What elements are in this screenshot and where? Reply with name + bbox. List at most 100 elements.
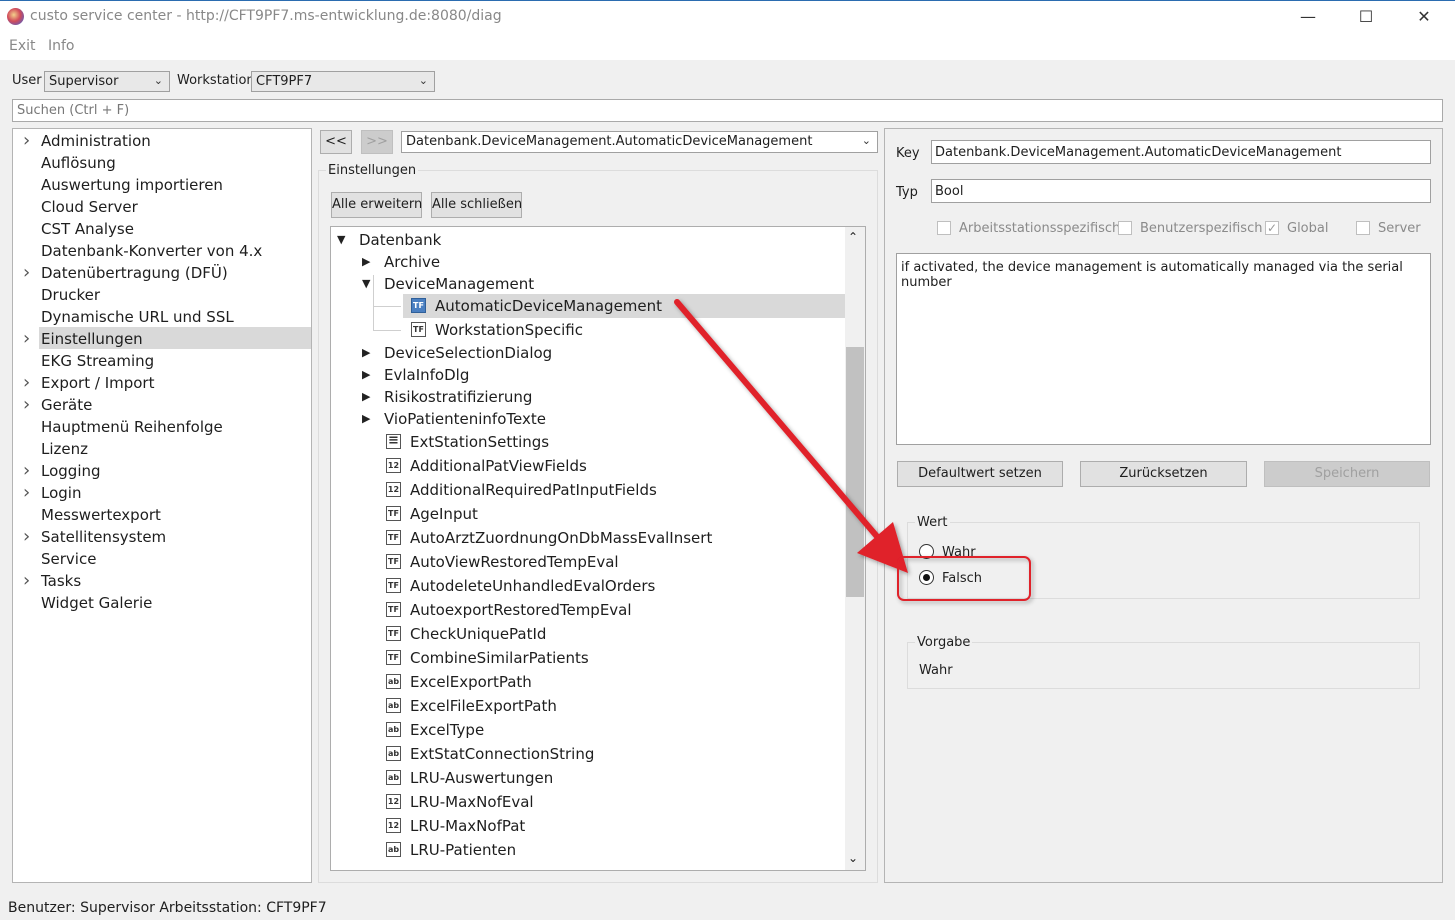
scrollbar-thumb[interactable] bbox=[846, 347, 864, 597]
tree-row[interactable]: TF AutoViewRestoredTempEval bbox=[331, 550, 841, 574]
tree-row[interactable]: TF CheckUniquePatId bbox=[331, 622, 841, 646]
nav-item[interactable]: Drucker bbox=[41, 284, 100, 306]
menu-info[interactable]: Info bbox=[48, 38, 75, 54]
expand-arrow-icon[interactable]: › bbox=[23, 460, 30, 482]
expand-triangle-icon[interactable]: ▶ bbox=[362, 341, 370, 365]
search-input[interactable]: Suchen (Ctrl + F) bbox=[12, 99, 1443, 122]
nav-item[interactable]: Messwertexport bbox=[41, 504, 161, 526]
nav-item[interactable]: Service bbox=[41, 548, 96, 570]
nav-item[interactable]: Logging bbox=[41, 460, 101, 482]
scroll-down-icon[interactable]: ⌄ bbox=[848, 851, 858, 865]
reset-button[interactable]: Zurücksetzen bbox=[1080, 461, 1247, 487]
tree-row-label: AutoViewRestoredTempEval bbox=[410, 553, 619, 571]
nav-item[interactable]: Auflösung bbox=[41, 152, 116, 174]
expand-all-button[interactable]: Alle erweitern bbox=[331, 192, 422, 218]
tree-guide-line bbox=[373, 330, 401, 331]
user-specific-checkbox[interactable] bbox=[1118, 221, 1132, 235]
tree-row[interactable]: ▶ Archive bbox=[331, 250, 841, 274]
tree-row[interactable]: 12 LRU-MaxNofEval bbox=[331, 790, 841, 814]
server-checkbox[interactable] bbox=[1356, 221, 1370, 235]
expand-arrow-icon[interactable]: › bbox=[23, 482, 30, 504]
tree-row[interactable]: ▶ EvlaInfoDlg bbox=[331, 363, 841, 387]
tree-row[interactable]: ab ExcelFileExportPath bbox=[331, 694, 841, 718]
nav-item[interactable]: Datenübertragung (DFÜ) bbox=[41, 262, 228, 284]
collapse-triangle-icon[interactable]: ▼ bbox=[337, 228, 345, 252]
settings-path-select[interactable]: Datenbank.DeviceManagement.AutomaticDevi… bbox=[401, 131, 878, 153]
tree-row[interactable]: TF AutomaticDeviceManagement bbox=[331, 294, 841, 318]
radio-true[interactable] bbox=[919, 544, 934, 559]
expand-triangle-icon[interactable]: ▶ bbox=[362, 407, 370, 431]
expand-arrow-icon[interactable]: › bbox=[23, 570, 30, 592]
expand-arrow-icon[interactable]: › bbox=[23, 262, 30, 284]
expand-arrow-icon[interactable]: › bbox=[23, 394, 30, 416]
tree-row[interactable]: ▼ Datenbank bbox=[331, 228, 841, 252]
tree-row[interactable]: 12 AdditionalRequiredPatInputFields bbox=[331, 478, 841, 502]
key-field[interactable]: Datenbank.DeviceManagement.AutomaticDevi… bbox=[931, 140, 1431, 164]
nav-item[interactable]: Export / Import bbox=[41, 372, 154, 394]
set-default-button[interactable]: Defaultwert setzen bbox=[897, 461, 1063, 487]
server-label: Server bbox=[1378, 221, 1421, 236]
tree-row[interactable]: TF WorkstationSpecific bbox=[331, 318, 841, 342]
tree-row[interactable]: ab ExtStatConnectionString bbox=[331, 742, 841, 766]
scroll-up-icon[interactable]: ⌃ bbox=[848, 230, 858, 244]
collapse-all-button[interactable]: Alle schließen bbox=[431, 192, 522, 218]
tree-row[interactable]: ≡ ExtStationSettings bbox=[331, 430, 841, 454]
close-button[interactable]: ✕ bbox=[1395, 0, 1453, 34]
menu-exit[interactable]: Exit bbox=[9, 38, 36, 54]
tree-row[interactable]: TF CombineSimilarPatients bbox=[331, 646, 841, 670]
nav-item[interactable]: Einstellungen bbox=[41, 328, 143, 350]
nav-item[interactable]: Administration bbox=[41, 130, 151, 152]
tree-row[interactable]: 12 LRU-MaxNofPat bbox=[331, 814, 841, 838]
nav-item[interactable]: Lizenz bbox=[41, 438, 88, 460]
tree-row[interactable]: ▶ Risikostratifizierung bbox=[331, 385, 841, 409]
tree-row[interactable]: ab ExcelExportPath bbox=[331, 670, 841, 694]
expand-arrow-icon[interactable]: › bbox=[23, 328, 30, 350]
type-field[interactable]: Bool bbox=[931, 179, 1431, 203]
tree-row[interactable]: TF AgeInput bbox=[331, 502, 841, 526]
tree-row[interactable]: ▶ DeviceSelectionDialog bbox=[331, 341, 841, 365]
description-text[interactable]: if activated, the device management is a… bbox=[896, 253, 1431, 445]
nav-item[interactable]: Widget Galerie bbox=[41, 592, 152, 614]
tree-row-label: LRU-MaxNofPat bbox=[410, 817, 526, 835]
tree-row-label: LRU-MaxNofEval bbox=[410, 793, 534, 811]
nav-item[interactable]: Auswertung importieren bbox=[41, 174, 223, 196]
nav-item[interactable]: Cloud Server bbox=[41, 196, 138, 218]
nav-item[interactable]: Satellitensystem bbox=[41, 526, 166, 548]
workstation-specific-checkbox[interactable] bbox=[937, 221, 951, 235]
tree-row[interactable]: ▼ DeviceManagement bbox=[331, 272, 841, 296]
nav-item[interactable]: Datenbank-Konverter von 4.x bbox=[41, 240, 262, 262]
expand-arrow-icon[interactable]: › bbox=[23, 526, 30, 548]
expand-triangle-icon[interactable]: ▶ bbox=[362, 363, 370, 387]
tree-row-label: WorkstationSpecific bbox=[435, 321, 583, 339]
nav-item[interactable]: Hauptmenü Reihenfolge bbox=[41, 416, 223, 438]
nav-item[interactable]: CST Analyse bbox=[41, 218, 134, 240]
tree-row[interactable]: TF AutoexportRestoredTempEval bbox=[331, 598, 841, 622]
maximize-button[interactable]: ☐ bbox=[1337, 0, 1395, 34]
back-button[interactable]: << bbox=[320, 130, 352, 154]
tree-row[interactable]: TF AutoArztZuordnungOnDbMassEvalInsert bbox=[331, 526, 841, 550]
expand-triangle-icon[interactable]: ▶ bbox=[362, 385, 370, 409]
tree-row[interactable]: ab LRU-Auswertungen bbox=[331, 766, 841, 790]
expand-arrow-icon[interactable]: › bbox=[23, 372, 30, 394]
tree-row[interactable]: 12 AdditionalPatViewFields bbox=[331, 454, 841, 478]
tree-row[interactable]: ab LRU-Patienten bbox=[331, 838, 841, 862]
workstation-select[interactable]: CFT9PF7 ⌄ bbox=[251, 71, 435, 92]
minimize-button[interactable]: — bbox=[1279, 0, 1337, 34]
forward-button[interactable]: >> bbox=[361, 130, 393, 154]
nav-item[interactable]: Geräte bbox=[41, 394, 92, 416]
save-button[interactable]: Speichern bbox=[1264, 461, 1430, 487]
nav-item[interactable]: Login bbox=[41, 482, 81, 504]
tree-row[interactable]: ▶ VioPatienteninfoTexte bbox=[331, 407, 841, 431]
global-checkbox[interactable]: ✓ bbox=[1265, 221, 1279, 235]
expand-triangle-icon[interactable]: ▶ bbox=[362, 250, 370, 274]
expand-arrow-icon[interactable]: › bbox=[23, 130, 30, 152]
bool-type-icon: TF bbox=[386, 554, 401, 569]
collapse-triangle-icon[interactable]: ▼ bbox=[362, 272, 370, 296]
radio-false[interactable] bbox=[919, 570, 934, 585]
nav-item[interactable]: Tasks bbox=[41, 570, 81, 592]
user-select[interactable]: Supervisor ⌄ bbox=[44, 71, 170, 92]
tree-row[interactable]: ab ExcelType bbox=[331, 718, 841, 742]
nav-item[interactable]: EKG Streaming bbox=[41, 350, 154, 372]
tree-row[interactable]: TF AutodeleteUnhandledEvalOrders bbox=[331, 574, 841, 598]
nav-item[interactable]: Dynamische URL und SSL bbox=[41, 306, 234, 328]
